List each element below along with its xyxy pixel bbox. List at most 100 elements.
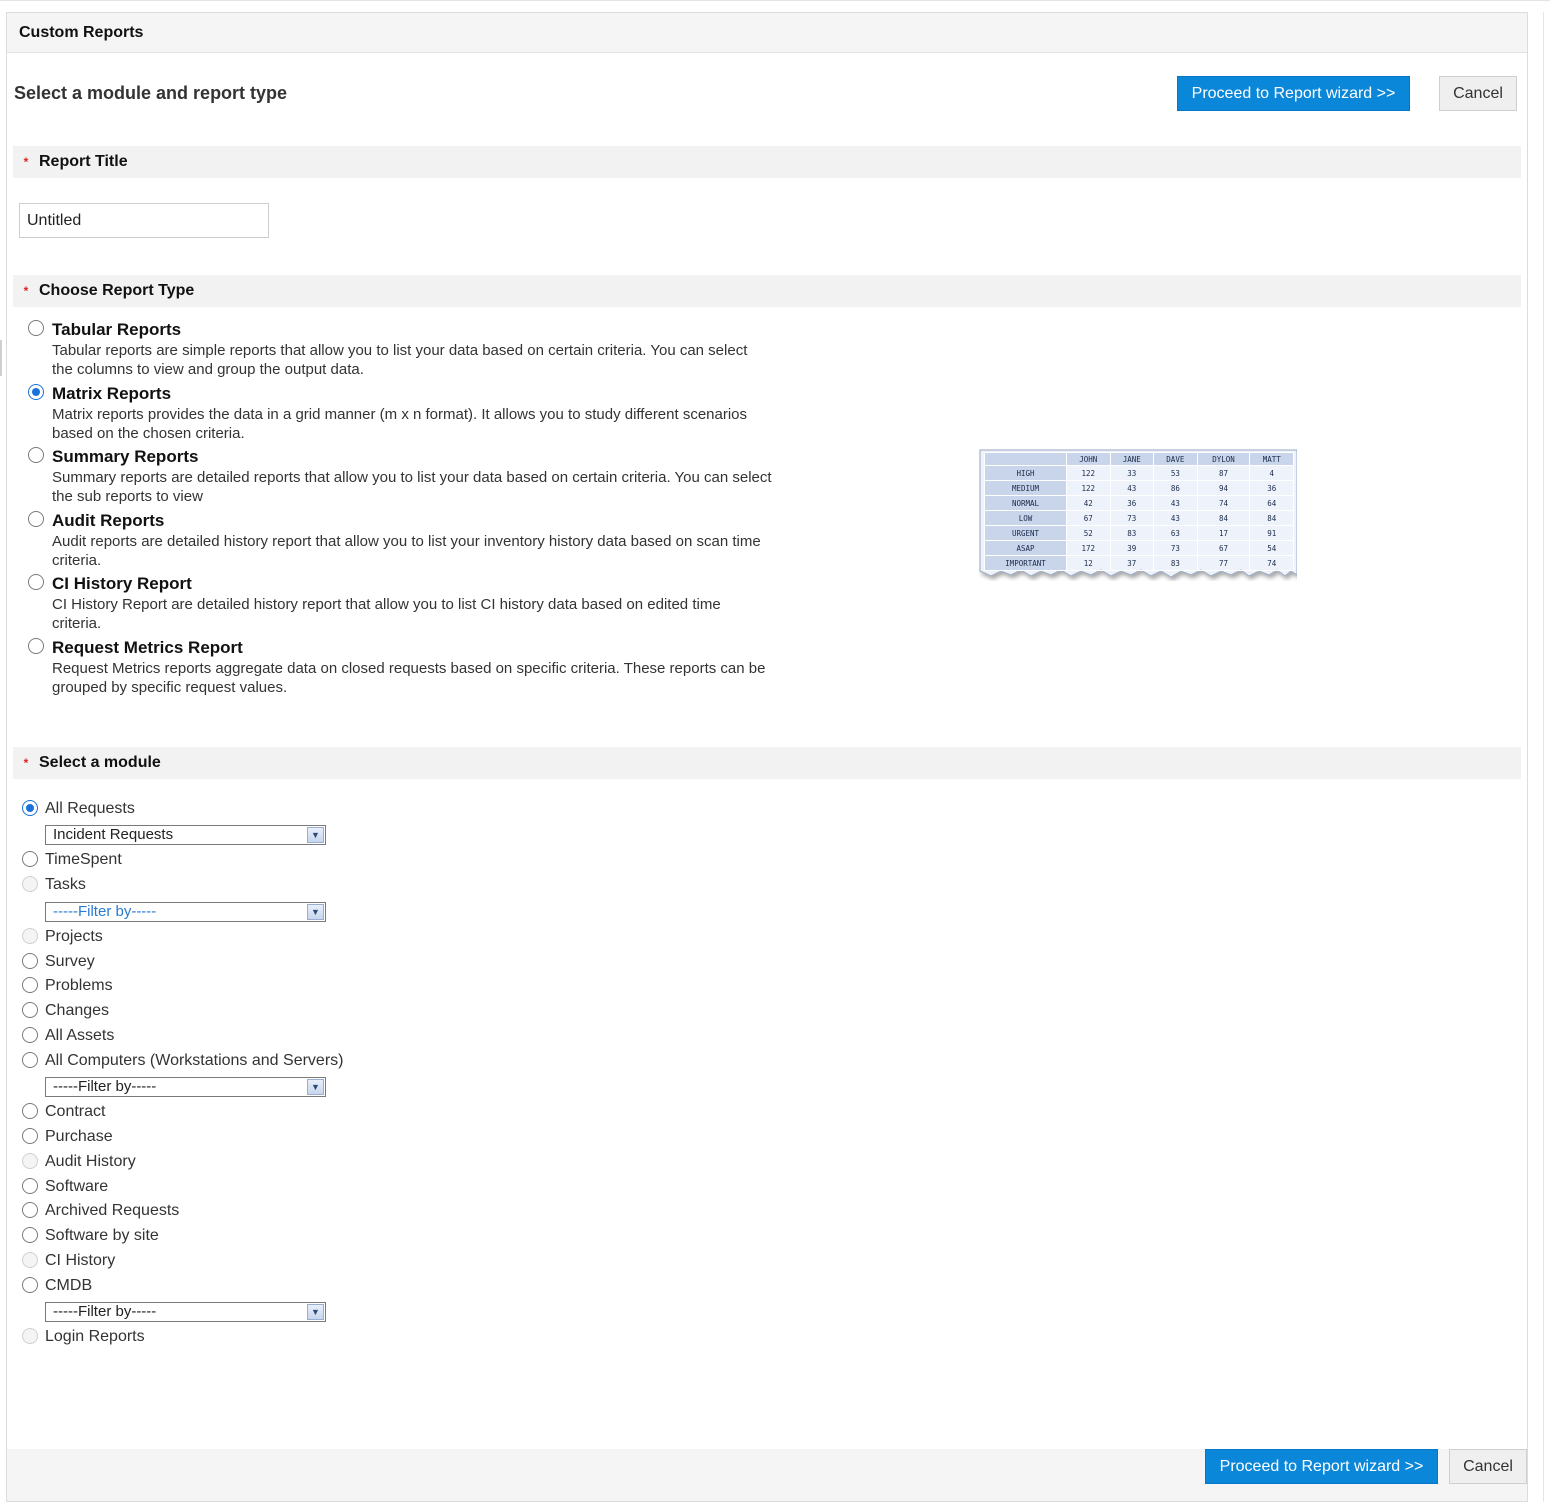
preview-row-label: NORMAL <box>984 495 1067 511</box>
preview-cell: 122 <box>1066 480 1111 496</box>
cmdb-filter-select[interactable]: -----Filter by----- ▼ <box>45 1302 326 1322</box>
preview-cell: 64 <box>1249 495 1294 511</box>
proceed-button-bottom[interactable]: Proceed to Report wizard >> <box>1205 1449 1438 1484</box>
module-label-archived-requests: Archived Requests <box>45 1202 180 1219</box>
report-type-desc-ci-history: CI History Report are detailed history r… <box>52 596 721 632</box>
report-type-desc-request-metrics: Request Metrics reports aggregate data o… <box>52 660 766 696</box>
radio-contract[interactable] <box>22 1103 38 1119</box>
preview-cell: 43 <box>1109 480 1155 496</box>
preview-cell: 172 <box>1066 540 1111 556</box>
cancel-button-top[interactable]: Cancel <box>1439 76 1517 111</box>
module-section: * Select a module <box>13 747 1521 779</box>
footer-bar: Proceed to Report wizard >> Cancel <box>7 1449 1527 1501</box>
tasks-filter-selected: -----Filter by----- <box>53 903 157 920</box>
radio-software[interactable] <box>22 1178 38 1194</box>
radio-purchase[interactable] <box>22 1128 38 1144</box>
left-edge-marker <box>0 340 2 376</box>
preview-cell: 39 <box>1109 540 1155 556</box>
preview-row-label: URGENT <box>984 525 1067 541</box>
required-marker: * <box>23 284 29 298</box>
preview-cell: 122 <box>1066 465 1111 481</box>
radio-summary-reports[interactable] <box>28 447 44 463</box>
preview-cell: 83 <box>1153 555 1198 571</box>
preview-cell: 74 <box>1249 555 1294 571</box>
section-subtitle: Select a module and report type <box>14 83 288 103</box>
radio-all-requests[interactable] <box>22 800 38 816</box>
radio-software-by-site[interactable] <box>22 1227 38 1243</box>
preview-col-header: DAVE <box>1153 452 1198 466</box>
page-title: Custom Reports <box>7 13 1527 53</box>
preview-matrix-table: JOHN JANE DAVE DYLON MATT HIGH 122 33 53… <box>984 452 1294 571</box>
preview-col-header: JOHN <box>1066 452 1111 466</box>
proceed-button-top[interactable]: Proceed to Report wizard >> <box>1177 76 1410 111</box>
module-label-all-assets: All Assets <box>45 1027 115 1044</box>
preview-col-header: DYLON <box>1196 452 1251 466</box>
chevron-down-icon: ▼ <box>307 1304 324 1320</box>
radio-audit-history[interactable] <box>22 1153 38 1169</box>
radio-tabular-reports[interactable] <box>28 320 44 336</box>
preview-cell: 86 <box>1153 480 1198 496</box>
preview-cell: 73 <box>1153 540 1198 556</box>
preview-cell: 36 <box>1249 480 1294 496</box>
module-label-tasks: Tasks <box>45 876 86 893</box>
preview-cell: 17 <box>1196 525 1251 541</box>
report-type-desc-audit: Audit reports are detailed history repor… <box>52 533 761 569</box>
module-label-login-reports: Login Reports <box>45 1328 145 1345</box>
preview-cell: 54 <box>1249 540 1294 556</box>
chevron-down-icon: ▼ <box>307 1079 324 1095</box>
radio-projects[interactable] <box>22 928 38 944</box>
radio-request-metrics-report[interactable] <box>28 638 44 654</box>
report-type-title-matrix: Matrix Reports <box>52 384 172 403</box>
module-label-purchase: Purchase <box>45 1128 113 1145</box>
preview-cell: 63 <box>1153 525 1198 541</box>
preview-cell: 52 <box>1066 525 1111 541</box>
custom-reports-panel: Custom Reports Select a module and repor… <box>6 12 1528 1502</box>
preview-cell: 84 <box>1249 510 1294 526</box>
radio-timespent[interactable] <box>22 851 38 867</box>
module-label-contract: Contract <box>45 1103 106 1120</box>
scrollbar-track[interactable] <box>1543 12 1544 1502</box>
module-label-timespent: TimeSpent <box>45 851 122 868</box>
computers-filter-select[interactable]: -----Filter by----- ▼ <box>45 1077 326 1097</box>
requests-type-select[interactable]: Incident Requests ▼ <box>45 825 326 845</box>
preview-cell: 73 <box>1109 510 1155 526</box>
report-type-section: * Choose Report Type <box>13 275 1521 307</box>
report-type-title-tabular: Tabular Reports <box>52 320 182 339</box>
module-label-all-computers: All Computers (Workstations and Servers) <box>45 1052 344 1069</box>
module-label-projects: Projects <box>45 928 103 945</box>
computers-filter-selected: -----Filter by----- <box>53 1078 157 1095</box>
module-label-software-by-site: Software by site <box>45 1227 159 1244</box>
report-type-title-request-metrics: Request Metrics Report <box>52 638 243 657</box>
cancel-button-bottom[interactable]: Cancel <box>1449 1449 1527 1484</box>
report-title-section: * Report Title <box>13 146 1521 178</box>
preview-row-label: ASAP <box>984 540 1067 556</box>
radio-archived-requests[interactable] <box>22 1202 38 1218</box>
module-label-cmdb: CMDB <box>45 1277 93 1294</box>
radio-matrix-reports[interactable] <box>28 384 44 400</box>
report-title-input[interactable] <box>19 203 269 238</box>
preview-cell: 74 <box>1196 495 1251 511</box>
radio-changes[interactable] <box>22 1002 38 1018</box>
radio-tasks[interactable] <box>22 876 38 892</box>
radio-ci-history-report[interactable] <box>28 574 44 590</box>
radio-cmdb[interactable] <box>22 1277 38 1293</box>
report-type-label: Choose Report Type <box>39 282 195 300</box>
chevron-down-icon: ▼ <box>307 827 324 843</box>
chevron-down-icon: ▼ <box>307 904 324 920</box>
tasks-filter-select[interactable]: -----Filter by----- ▼ <box>45 902 326 922</box>
radio-all-assets[interactable] <box>22 1027 38 1043</box>
requests-type-selected: Incident Requests <box>53 826 174 843</box>
preview-cell: 84 <box>1196 510 1251 526</box>
radio-survey[interactable] <box>22 953 38 969</box>
preview-cell: 91 <box>1249 525 1294 541</box>
radio-ci-history[interactable] <box>22 1252 38 1268</box>
module-label-all-requests: All Requests <box>45 800 135 817</box>
preview-cell: 83 <box>1109 525 1155 541</box>
report-type-title-audit: Audit Reports <box>52 511 165 530</box>
radio-audit-reports[interactable] <box>28 511 44 527</box>
preview-cell: 77 <box>1196 555 1251 571</box>
radio-login-reports[interactable] <box>22 1328 38 1344</box>
radio-problems[interactable] <box>22 977 38 993</box>
radio-all-computers[interactable] <box>22 1052 38 1068</box>
preview-cell: 12 <box>1066 555 1111 571</box>
